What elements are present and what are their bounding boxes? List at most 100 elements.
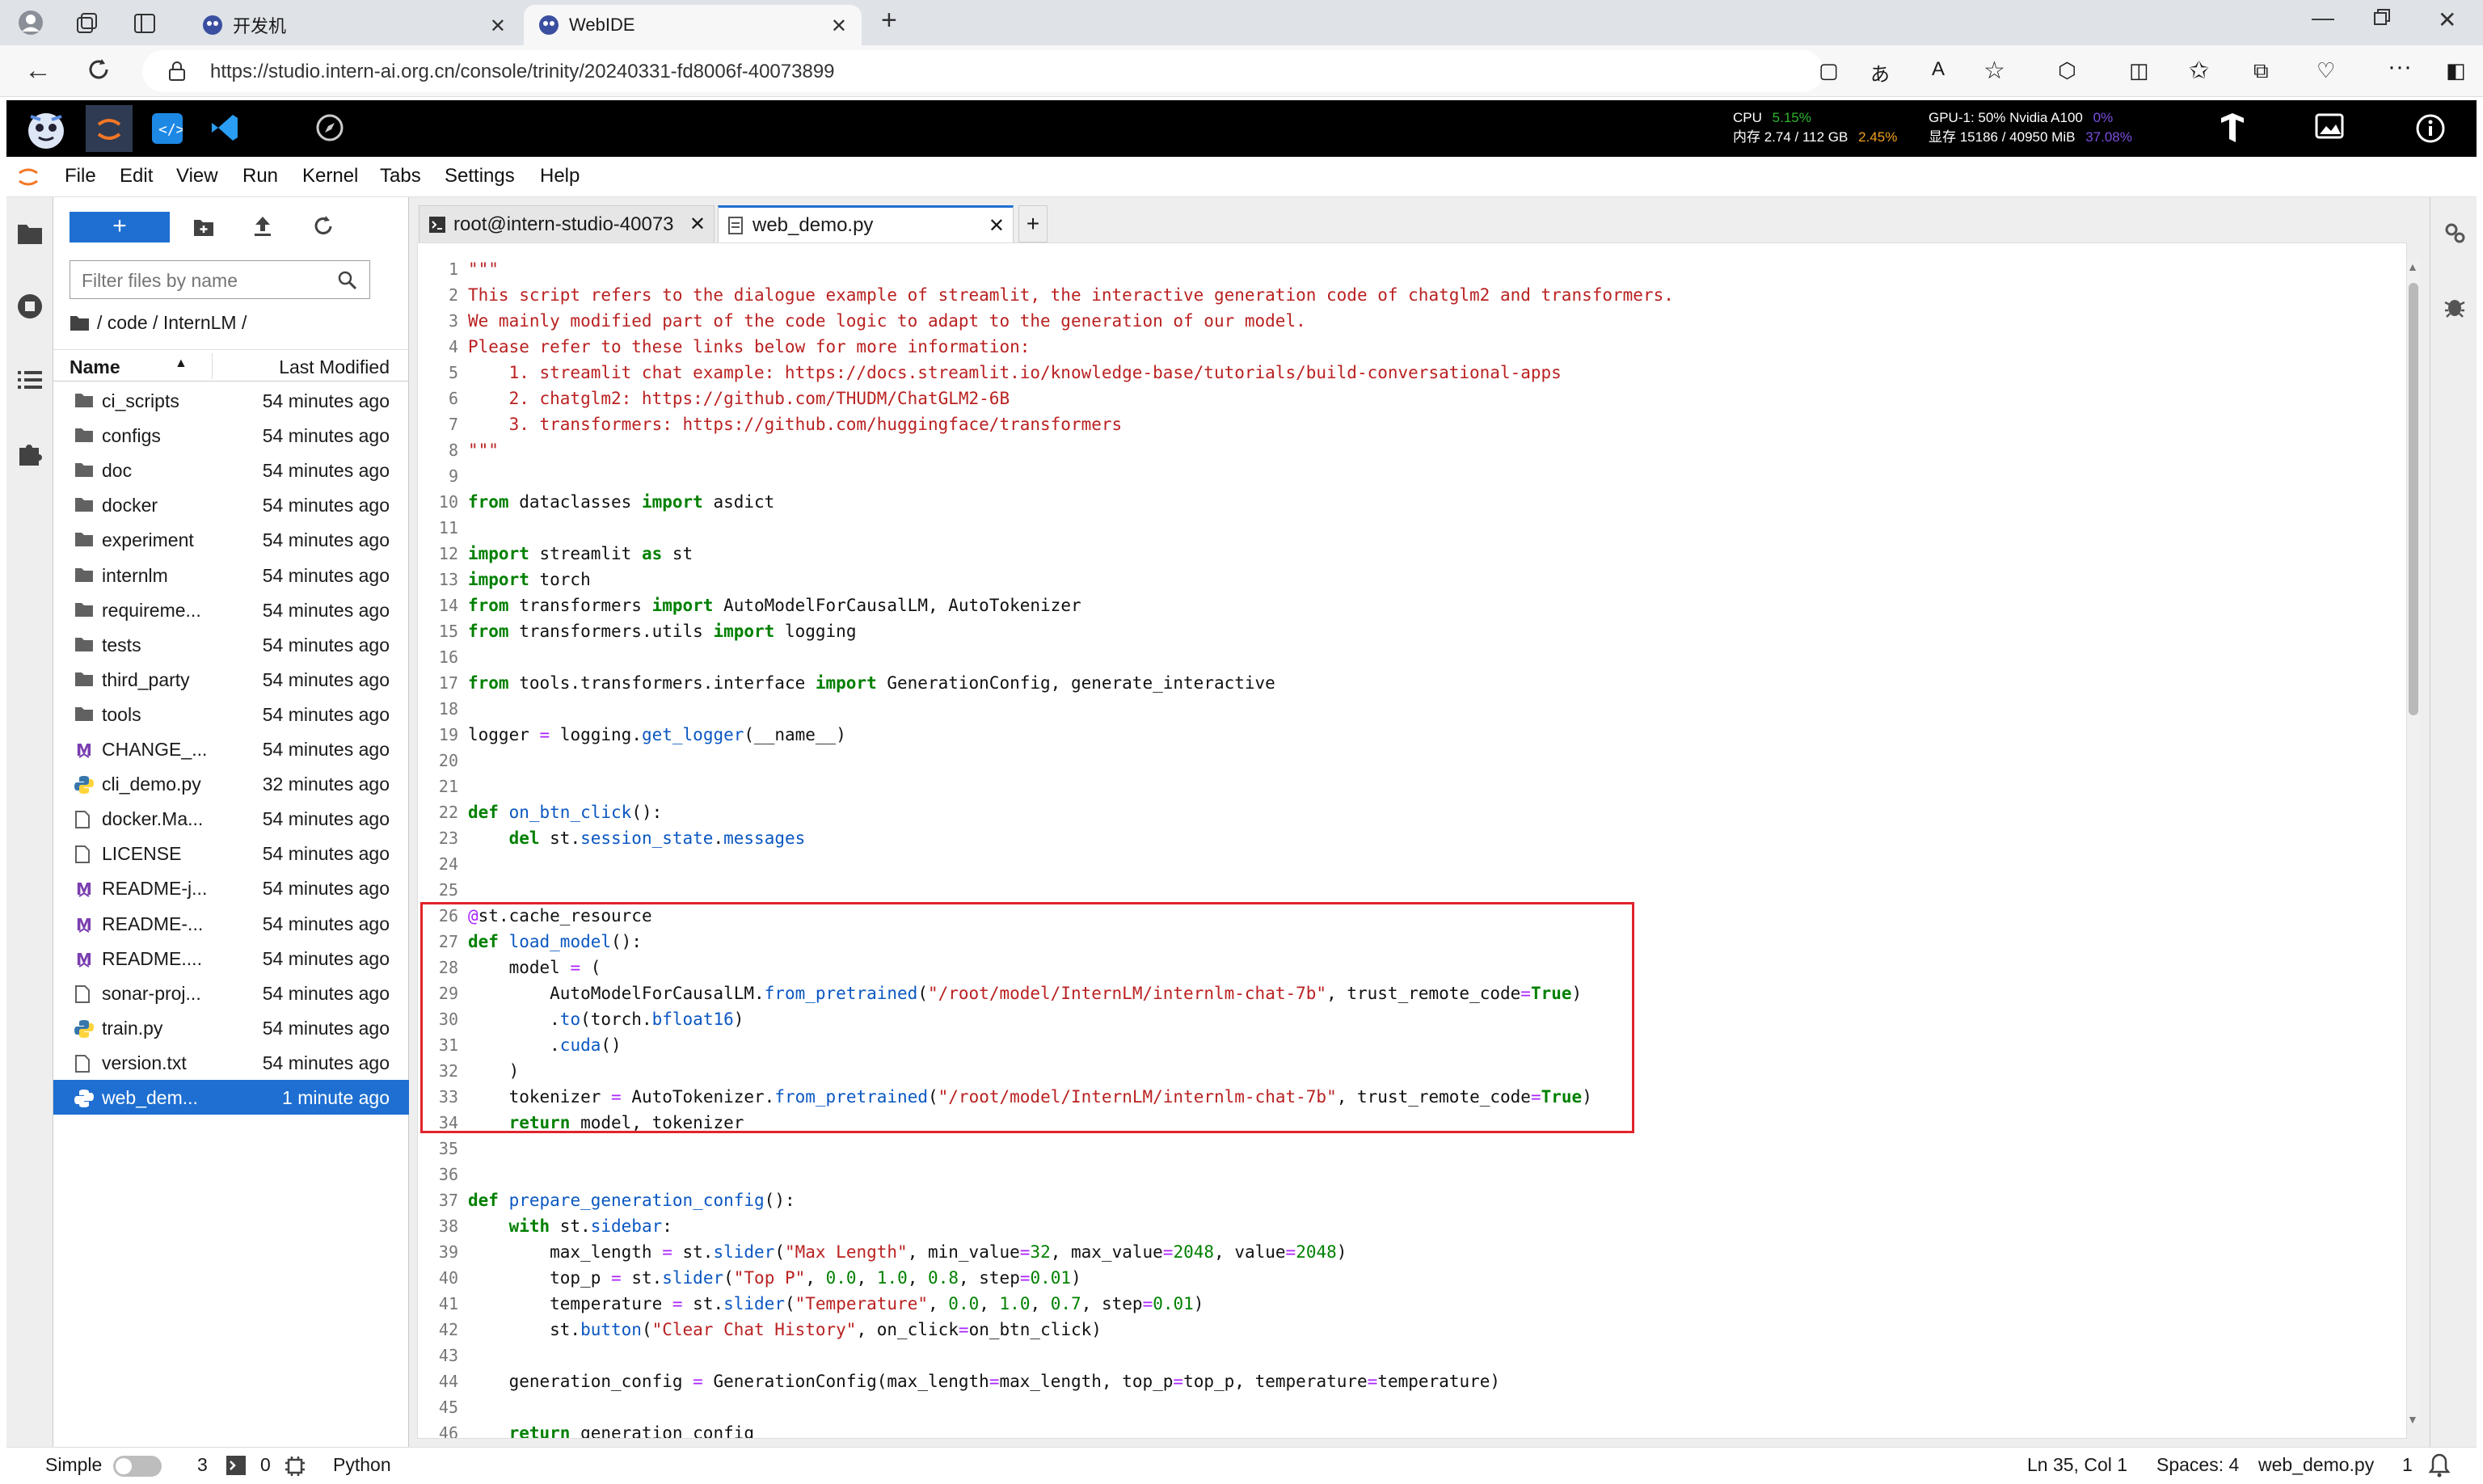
new-tab-button[interactable]: + — [881, 5, 897, 36]
scroll-down-icon[interactable]: ▼ — [2407, 1413, 2418, 1426]
new-folder-icon[interactable] — [192, 217, 215, 238]
kernel-count[interactable]: 0 — [260, 1454, 271, 1476]
simple-mode-toggle[interactable] — [113, 1456, 162, 1477]
file-list-row[interactable]: version.txt 54 minutes ago — [53, 1045, 409, 1080]
minimize-window-button[interactable]: — — [2312, 5, 2334, 31]
restore-window-button[interactable] — [2373, 8, 2391, 26]
file-list-row[interactable]: M README-j... 54 minutes ago — [53, 871, 409, 905]
tab-web-demo[interactable]: web_demo.py ✕ — [718, 205, 1014, 242]
tensorflow-icon[interactable] — [2218, 112, 2247, 144]
file-list-row[interactable]: cli_demo.py 32 minutes ago — [53, 766, 409, 801]
back-icon[interactable]: ← — [24, 55, 52, 86]
extensions-icon[interactable]: ⬡ — [2058, 58, 2076, 83]
read-aloud-icon[interactable]: A — [1932, 58, 1945, 81]
table-of-contents-icon[interactable] — [16, 369, 44, 391]
clipboard-icon[interactable]: ▢ — [1819, 58, 1839, 83]
terminal-status-icon[interactable] — [226, 1456, 246, 1475]
compass-icon[interactable] — [315, 113, 344, 142]
file-list-row[interactable]: doc 54 minutes ago — [53, 453, 409, 487]
browser-tab-devmachine[interactable]: 开发机 ✕ — [188, 5, 521, 45]
more-menu-icon[interactable]: ··· — [2388, 53, 2412, 81]
new-launcher-button[interactable]: + — [70, 212, 170, 242]
refresh-icon[interactable] — [86, 57, 112, 82]
file-list-row[interactable]: docker 54 minutes ago — [53, 487, 409, 522]
breadcrumb-path[interactable]: / code / InternLM / — [97, 312, 247, 334]
close-window-button[interactable]: ✕ — [2438, 6, 2456, 33]
filter-files-input[interactable]: Filter files by name — [70, 260, 370, 299]
file-list-row[interactable]: train.py 54 minutes ago — [53, 1010, 409, 1045]
close-tab-icon[interactable]: ✕ — [689, 213, 706, 236]
file-list-row[interactable]: configs 54 minutes ago — [53, 418, 409, 453]
translate-icon[interactable]: あ — [1870, 58, 1890, 86]
code-editor-icon[interactable]: </> — [152, 113, 183, 144]
vscode-icon[interactable] — [209, 112, 241, 144]
file-list-row[interactable]: M README-... 54 minutes ago — [53, 906, 409, 941]
browser-essentials-icon[interactable]: ♡ — [2316, 58, 2335, 83]
last-modified-column-header[interactable]: Last Modified — [279, 356, 390, 378]
add-tab-button[interactable]: + — [1018, 205, 1048, 242]
notification-bell-icon[interactable] — [2428, 1452, 2451, 1478]
name-column-header[interactable]: Name — [70, 356, 120, 378]
file-list-row[interactable]: web_dem... 1 minute ago — [53, 1080, 409, 1115]
file-browser-icon[interactable] — [16, 221, 44, 246]
refresh-files-icon[interactable] — [312, 215, 335, 238]
tab-terminal[interactable]: root@intern-studio-40073 ✕ — [419, 205, 715, 242]
image-viewer-icon[interactable] — [2315, 113, 2344, 141]
scroll-up-icon[interactable]: ▲ — [2407, 260, 2418, 273]
split-screen-icon[interactable]: ◫ — [2129, 58, 2149, 83]
debugger-icon[interactable] — [2443, 294, 2466, 318]
language-mode[interactable]: Python — [333, 1454, 391, 1476]
notification-count[interactable]: 1 — [2402, 1454, 2413, 1476]
file-list-row[interactable]: tools 54 minutes ago — [53, 697, 409, 731]
collections-icon[interactable]: ⧉ — [2253, 58, 2269, 84]
address-bar[interactable]: https://studio.intern-ai.org.cn/console/… — [142, 50, 1823, 92]
intern-logo-icon[interactable] — [23, 105, 70, 152]
kernel-status-icon[interactable] — [285, 1456, 306, 1477]
menu-view[interactable]: View — [176, 165, 218, 188]
file-list-row[interactable]: docker.Ma... 54 minutes ago — [53, 801, 409, 836]
property-inspector-icon[interactable] — [2443, 221, 2466, 244]
file-list-row[interactable]: third_party 54 minutes ago — [53, 662, 409, 697]
cursor-position[interactable]: Ln 35, Col 1 — [2027, 1454, 2127, 1476]
info-icon[interactable] — [2415, 113, 2446, 144]
close-tab-icon[interactable]: ✕ — [989, 214, 1005, 238]
menu-edit[interactable]: Edit — [120, 165, 153, 188]
file-list-row[interactable]: requireme... 54 minutes ago — [53, 592, 409, 627]
file-list-row[interactable]: ci_scripts 54 minutes ago — [53, 383, 409, 418]
sidebar-toggle-icon[interactable]: ◧ — [2446, 58, 2466, 83]
close-tab-icon[interactable]: ✕ — [490, 15, 506, 38]
menu-run[interactable]: Run — [242, 165, 278, 188]
menu-settings[interactable]: Settings — [445, 165, 515, 188]
workspaces-icon[interactable] — [74, 11, 99, 36]
terminal-count[interactable]: 3 — [197, 1454, 208, 1476]
menu-help[interactable]: Help — [540, 165, 580, 188]
favorites-icon[interactable]: ✩ — [2189, 57, 2209, 85]
home-folder-icon[interactable] — [70, 314, 91, 332]
browser-tab-webide[interactable]: WebIDE ✕ — [524, 5, 862, 45]
editor-scrollbar-thumb[interactable] — [2409, 283, 2418, 715]
file-list-row[interactable]: experiment 54 minutes ago — [53, 522, 409, 557]
menu-tabs[interactable]: Tabs — [380, 165, 421, 188]
sort-ascending-icon[interactable]: ▲ — [175, 356, 188, 371]
profile-icon[interactable] — [18, 10, 44, 36]
file-list-row[interactable]: tests 54 minutes ago — [53, 627, 409, 662]
jupyter-launcher-icon[interactable] — [86, 105, 133, 152]
lock-icon[interactable] — [168, 61, 186, 82]
favorite-star-icon[interactable]: ☆ — [1983, 57, 2005, 85]
file-list-row[interactable]: internlm 54 minutes ago — [53, 558, 409, 592]
tab-actions-icon[interactable] — [133, 11, 157, 36]
file-list-row[interactable]: LICENSE 54 minutes ago — [53, 836, 409, 871]
indent-spaces[interactable]: Spaces: 4 — [2156, 1454, 2239, 1476]
menu-kernel[interactable]: Kernel — [302, 165, 358, 188]
running-sessions-icon[interactable] — [16, 293, 44, 320]
extension-manager-icon[interactable] — [16, 440, 44, 467]
file-list-row[interactable]: M README.... 54 minutes ago — [53, 941, 409, 976]
url-text: https://studio.intern-ai.org.cn/console/… — [210, 61, 835, 82]
upload-icon[interactable] — [252, 215, 273, 238]
file-list-row[interactable]: M CHANGE_... 54 minutes ago — [53, 731, 409, 766]
code-editor[interactable]: 1 """ 2 This script refers to the dialogue… — [417, 242, 2407, 1439]
close-tab-icon[interactable]: ✕ — [831, 15, 847, 38]
breadcrumb[interactable]: / code / InternLM / — [70, 312, 247, 334]
file-list-row[interactable]: sonar-proj... 54 minutes ago — [53, 976, 409, 1010]
menu-file[interactable]: File — [65, 165, 96, 188]
